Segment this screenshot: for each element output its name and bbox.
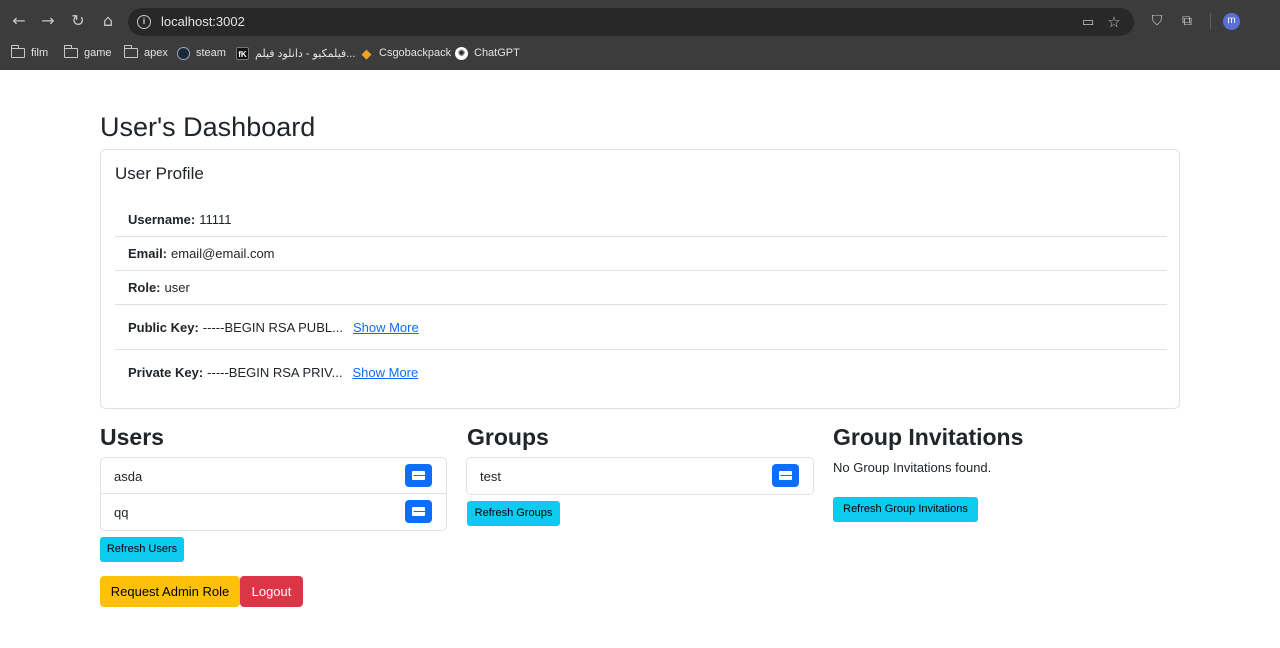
bookmark-filmkio[interactable]: fK فیلمکیو - دانلود فیلم... bbox=[236, 42, 355, 64]
bookmark-label: game bbox=[84, 47, 112, 59]
message-group-button[interactable] bbox=[772, 464, 799, 487]
private-key-label: Private Key: bbox=[128, 365, 204, 380]
public-key-value: -----BEGIN RSA PUBL... bbox=[202, 319, 343, 335]
list-item: qq bbox=[101, 494, 446, 530]
page-content: User's Dashboard User Profile Username: … bbox=[0, 70, 1280, 648]
role-label: Role: bbox=[128, 280, 161, 295]
refresh-groups-button[interactable]: Refresh Groups bbox=[467, 501, 560, 526]
bookmarks-bar: film game apex steam fK فیلمکیو - دانلود… bbox=[0, 42, 1280, 64]
home-icon[interactable]: ⌂ bbox=[97, 10, 119, 32]
bookmark-label: apex bbox=[144, 47, 168, 59]
envelope-icon bbox=[779, 471, 792, 480]
csgobackpack-icon: ◆ bbox=[361, 45, 372, 61]
user-name: asda bbox=[114, 469, 143, 484]
private-key-value: -----BEGIN RSA PRIV... bbox=[207, 365, 343, 380]
refresh-group-invitations-button[interactable]: Refresh Group Invitations bbox=[833, 497, 978, 522]
bookmark-label: film bbox=[31, 47, 49, 59]
group-invitations-heading: Group Invitations bbox=[833, 424, 1024, 450]
page-title: User's Dashboard bbox=[100, 112, 316, 142]
refresh-users-button[interactable]: Refresh Users bbox=[100, 537, 184, 562]
bookmark-label: steam bbox=[196, 47, 226, 59]
browser-chrome: ← → ↻ ⌂ i localhost:3002 ▭ ☆ ⛉ ⧉ m film … bbox=[0, 0, 1280, 70]
email-row: Email: email@email.com bbox=[115, 237, 1167, 271]
bookmark-film[interactable]: film bbox=[10, 42, 49, 64]
browser-toolbar: ← → ↻ ⌂ i localhost:3002 ▭ ☆ ⛉ ⧉ m bbox=[0, 0, 1280, 42]
private-key-row: Private Key: -----BEGIN RSA PRIV... Show… bbox=[115, 350, 1167, 395]
public-key-row: Public Key: -----BEGIN RSA PUBL... Show … bbox=[115, 305, 1167, 350]
card-title: User Profile bbox=[115, 164, 204, 183]
shield-icon[interactable]: ⛉ bbox=[1148, 12, 1166, 30]
back-arrow-icon[interactable]: ← bbox=[8, 10, 30, 32]
username-row: Username: 11111 bbox=[115, 203, 1167, 237]
message-user-button[interactable] bbox=[405, 464, 432, 487]
public-key-label: Public Key: bbox=[128, 319, 199, 335]
install-app-icon[interactable]: ▭ bbox=[1080, 14, 1096, 30]
folder-icon bbox=[10, 45, 25, 58]
request-admin-role-button[interactable]: Request Admin Role bbox=[100, 576, 240, 607]
bookmark-label: ChatGPT bbox=[474, 47, 520, 59]
profile-avatar[interactable]: m bbox=[1223, 13, 1240, 30]
no-invitations-text: No Group Invitations found. bbox=[833, 460, 992, 475]
bookmark-apex[interactable]: apex bbox=[123, 42, 168, 64]
groups-heading: Groups bbox=[467, 424, 549, 450]
private-key-show-more-link[interactable]: Show More bbox=[352, 365, 418, 380]
toolbar-divider bbox=[1210, 13, 1211, 29]
public-key-show-more-link[interactable]: Show More bbox=[353, 320, 419, 335]
users-heading: Users bbox=[100, 424, 164, 450]
username-value: 11111 bbox=[199, 212, 232, 227]
folder-icon bbox=[63, 45, 78, 58]
steam-icon bbox=[177, 46, 190, 60]
forward-arrow-icon[interactable]: → bbox=[37, 10, 59, 32]
role-row: Role: user bbox=[115, 271, 1167, 305]
bookmark-chatgpt[interactable]: ✺ ChatGPT bbox=[455, 42, 520, 64]
email-value: email@email.com bbox=[171, 246, 275, 261]
envelope-icon bbox=[412, 507, 425, 516]
bookmark-label: Csgobackpack bbox=[379, 47, 452, 59]
bookmark-game[interactable]: game bbox=[63, 42, 112, 64]
users-list: asda qq bbox=[100, 457, 447, 531]
bookmark-star-icon[interactable]: ☆ bbox=[1106, 13, 1122, 31]
groups-list: test bbox=[466, 457, 814, 495]
user-profile-card: User Profile Username: 11111 Email: emai… bbox=[100, 149, 1180, 409]
bookmark-label: فیلمکیو - دانلود فیلم... bbox=[255, 47, 356, 60]
extensions-puzzle-icon[interactable]: ⧉ bbox=[1178, 12, 1196, 30]
filmkio-icon: fK bbox=[236, 46, 249, 60]
folder-icon bbox=[123, 45, 138, 58]
bookmark-steam[interactable]: steam bbox=[177, 42, 226, 64]
message-user-button[interactable] bbox=[405, 500, 432, 523]
username-label: Username: bbox=[128, 212, 196, 227]
logout-button[interactable]: Logout bbox=[240, 576, 303, 607]
list-item: asda bbox=[101, 458, 446, 494]
reload-icon[interactable]: ↻ bbox=[67, 10, 89, 32]
email-label: Email: bbox=[128, 246, 168, 261]
site-info-icon[interactable]: i bbox=[137, 15, 151, 29]
bookmark-csgobackpack[interactable]: ◆ Csgobackpack bbox=[360, 42, 452, 64]
list-item: test bbox=[467, 458, 813, 494]
user-name: qq bbox=[114, 505, 129, 520]
group-name: test bbox=[480, 469, 501, 484]
address-bar[interactable]: i localhost:3002 ▭ ☆ bbox=[128, 8, 1134, 36]
envelope-icon bbox=[412, 471, 425, 480]
role-value: user bbox=[164, 280, 190, 295]
url-text[interactable]: localhost:3002 bbox=[161, 14, 245, 29]
chatgpt-icon: ✺ bbox=[455, 46, 468, 60]
